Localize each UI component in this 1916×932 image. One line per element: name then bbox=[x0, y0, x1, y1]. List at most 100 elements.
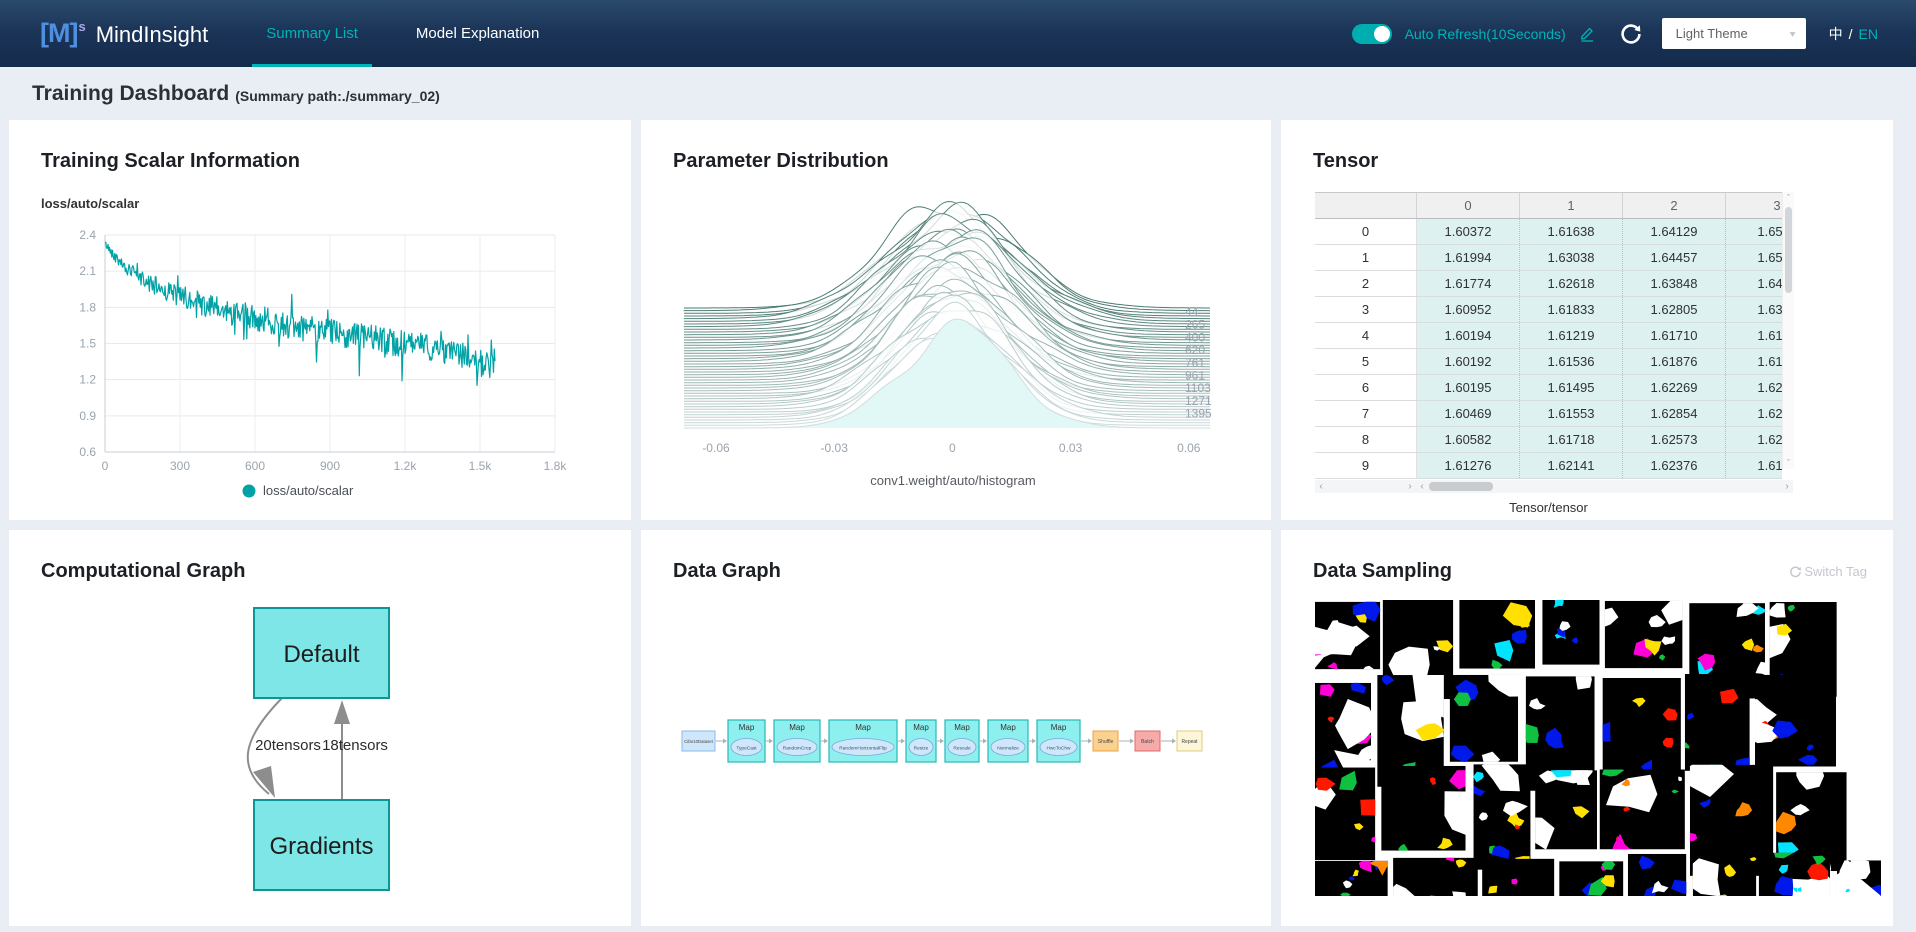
tensor-row-header: 7 bbox=[1315, 401, 1417, 427]
data-hscrollbar[interactable]: ‹› bbox=[1416, 480, 1793, 493]
svg-text:0: 0 bbox=[102, 459, 109, 473]
switch-tag-button[interactable]: Switch Tag bbox=[1789, 564, 1867, 579]
chevron-down-icon: ▾ bbox=[1790, 28, 1796, 39]
tensor-cell: 1.62854 bbox=[1623, 401, 1726, 427]
loss-scalar-chart[interactable]: 2.42.11.81.51.20.90.603006009001.2k1.5k1… bbox=[27, 220, 607, 510]
lang-en[interactable]: EN bbox=[1859, 26, 1878, 42]
svg-text:18tensors: 18tensors bbox=[322, 737, 388, 754]
data-graph-canvas[interactable]: Cifar10DatasetMapTypeCastMapRandomCropMa… bbox=[671, 695, 1271, 805]
computational-graph-canvas[interactable]: DefaultGradients20tensors18tensors bbox=[9, 590, 609, 920]
sampled-image-tile bbox=[1600, 763, 1685, 861]
svg-text:conv1.weight/auto/histogram: conv1.weight/auto/histogram bbox=[870, 473, 1035, 488]
language-switch: 中 / EN bbox=[1829, 24, 1878, 44]
tensor-cell: 1.60192 bbox=[1417, 349, 1520, 375]
tensor-row-header: 0 bbox=[1315, 219, 1417, 245]
svg-text:Normalize: Normalize bbox=[997, 746, 1019, 752]
svg-text:-0.06: -0.06 bbox=[702, 441, 730, 455]
lang-separator: / bbox=[1849, 26, 1853, 42]
tensor-cell: 1.62269 bbox=[1623, 375, 1726, 401]
tensor-row: 41.601941.612191.617101.6166 bbox=[1315, 323, 1782, 349]
tensor-row: 91.612761.621411.623761.6144 bbox=[1315, 453, 1782, 479]
svg-text:Map: Map bbox=[913, 723, 929, 732]
toggle-knob bbox=[1374, 26, 1390, 42]
sampled-image-tile bbox=[1683, 674, 1754, 771]
tensor-row-header: 9 bbox=[1315, 453, 1417, 479]
tensor-cell: 1.61833 bbox=[1520, 297, 1623, 323]
tensor-col-header: 2 bbox=[1623, 193, 1726, 219]
scroll-right-icon[interactable]: › bbox=[1404, 481, 1416, 492]
panel-parameter-distribution: Parameter Distribution 44265400620761961… bbox=[641, 120, 1271, 520]
tensor-row: 71.604691.615531.628541.6257 bbox=[1315, 401, 1782, 427]
summary-path: (Summary path:./summary_02) bbox=[235, 88, 440, 104]
parameter-histogram-chart[interactable]: 44265400620761961110312711395-0.06-0.030… bbox=[661, 190, 1261, 495]
svg-text:1.5k: 1.5k bbox=[469, 459, 493, 473]
vertical-scroll-thumb[interactable] bbox=[1785, 207, 1792, 293]
tensor-cell: 1.60952 bbox=[1417, 297, 1520, 323]
edit-interval-icon[interactable] bbox=[1579, 25, 1596, 42]
mindinsight-logo[interactable]: [M]s MindInsight bbox=[40, 18, 208, 49]
tensor-table-area: 012301.603721.616381.641291.656211.61994… bbox=[1315, 192, 1794, 515]
tensor-row: 01.603721.616381.641291.6562 bbox=[1315, 219, 1782, 245]
svg-text:Map: Map bbox=[1051, 723, 1067, 732]
logo-sup: s bbox=[78, 19, 85, 34]
tensor-row-header: 4 bbox=[1315, 323, 1417, 349]
sampled-image-tile bbox=[1555, 860, 1623, 896]
tab-model-explanation[interactable]: Model Explanation bbox=[406, 0, 549, 67]
panel-tensor: Tensor 012301.603721.616381.641291.65621… bbox=[1281, 120, 1893, 520]
nav-tabs: Summary List Model Explanation bbox=[256, 0, 587, 67]
scroll-down-icon[interactable]: ˇ bbox=[1787, 457, 1790, 469]
refresh-icon[interactable] bbox=[1619, 22, 1643, 46]
tensor-table-viewport[interactable]: 012301.603721.616381.641291.656211.61994… bbox=[1315, 192, 1782, 479]
tensor-cell: 1.6562 bbox=[1726, 219, 1783, 245]
rowlabel-hscrollbar[interactable]: ‹› bbox=[1315, 480, 1416, 493]
svg-text:Gradients: Gradients bbox=[269, 833, 373, 860]
horizontal-scroll-thumb[interactable] bbox=[1429, 482, 1493, 491]
lang-zh[interactable]: 中 bbox=[1829, 24, 1843, 44]
scroll-up-icon[interactable]: ˆ bbox=[1787, 192, 1790, 204]
sampled-images-grid[interactable] bbox=[1315, 600, 1881, 896]
tensor-row: 51.601921.615361.618761.6134 bbox=[1315, 349, 1782, 375]
panel-computational-graph: Computational Graph DefaultGradients20te… bbox=[9, 530, 631, 926]
tensor-cell: 1.61276 bbox=[1417, 453, 1520, 479]
tensor-cell: 1.6492 bbox=[1726, 271, 1783, 297]
sampled-image-tile bbox=[1470, 756, 1531, 869]
svg-text:Default: Default bbox=[283, 641, 359, 668]
tensor-cell: 1.62141 bbox=[1520, 453, 1623, 479]
svg-text:-0.03: -0.03 bbox=[821, 441, 849, 455]
svg-text:0: 0 bbox=[949, 441, 956, 455]
panel-title-sampling: Data Sampling bbox=[1313, 560, 1452, 583]
svg-text:600: 600 bbox=[245, 459, 265, 473]
svg-text:0.03: 0.03 bbox=[1059, 441, 1083, 455]
tab-summary-list[interactable]: Summary List bbox=[256, 0, 368, 67]
switch-tag-refresh-icon bbox=[1789, 565, 1802, 578]
tensor-cell: 1.61553 bbox=[1520, 401, 1623, 427]
tensor-cell: 1.6144 bbox=[1726, 453, 1783, 479]
scroll-left-icon[interactable]: ‹ bbox=[1315, 481, 1327, 492]
tensor-row-header: 6 bbox=[1315, 375, 1417, 401]
tensor-cell: 1.61718 bbox=[1520, 427, 1623, 453]
scroll-left-icon[interactable]: ‹ bbox=[1416, 481, 1428, 492]
brand-name: MindInsight bbox=[96, 22, 209, 48]
sampled-image-tile bbox=[1628, 854, 1694, 896]
tensor-cell: 1.6203 bbox=[1726, 427, 1783, 453]
tensor-col-header: 1 bbox=[1520, 193, 1623, 219]
svg-text:1.5: 1.5 bbox=[79, 337, 96, 351]
sampled-image-tile bbox=[1684, 854, 1757, 896]
svg-text:1.2k: 1.2k bbox=[394, 459, 418, 473]
svg-text:1.8: 1.8 bbox=[79, 300, 96, 314]
sampled-image-tile bbox=[1315, 768, 1387, 861]
tensor-cell: 1.62573 bbox=[1623, 427, 1726, 453]
svg-text:300: 300 bbox=[170, 459, 190, 473]
auto-refresh-toggle[interactable] bbox=[1352, 24, 1392, 44]
tensor-cell: 1.64129 bbox=[1623, 219, 1726, 245]
scroll-right-icon[interactable]: › bbox=[1781, 481, 1793, 492]
panel-title-data-graph: Data Graph bbox=[673, 560, 781, 583]
switch-tag-label: Switch Tag bbox=[1804, 564, 1867, 579]
tensor-row-header: 3 bbox=[1315, 297, 1417, 323]
tensor-cell: 1.61495 bbox=[1520, 375, 1623, 401]
tensor-vertical-scrollbar[interactable]: ˆ ˇ bbox=[1782, 192, 1794, 469]
svg-text:2.4: 2.4 bbox=[79, 228, 96, 242]
tensor-cell: 1.61774 bbox=[1417, 271, 1520, 297]
tensor-cell: 1.60469 bbox=[1417, 401, 1520, 427]
theme-select[interactable]: Light Theme ▾ bbox=[1662, 18, 1806, 49]
